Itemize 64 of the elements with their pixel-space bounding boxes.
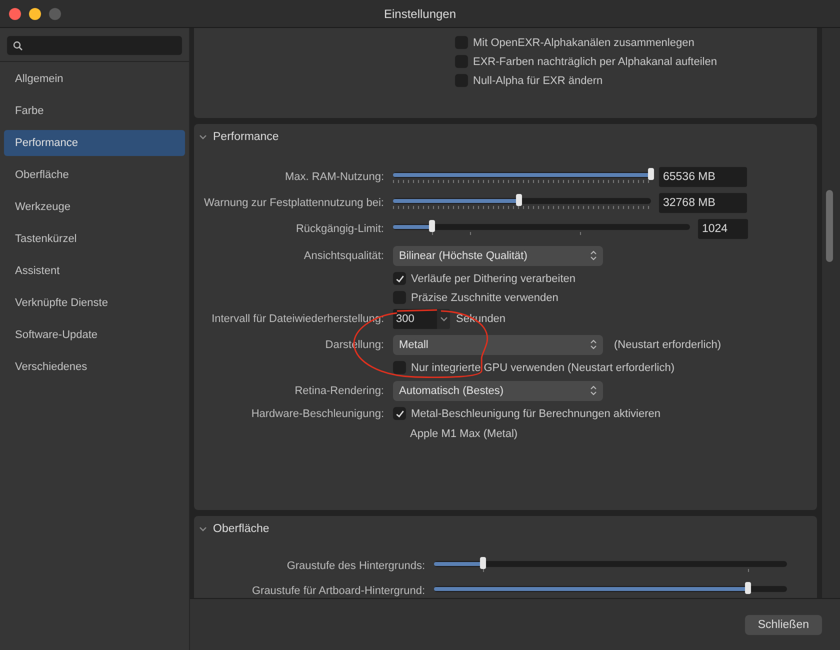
checkbox-label: Mit OpenEXR-Alphakanälen zusammenlegen — [473, 36, 694, 48]
sidebar-item[interactable]: Verknüpfte Dienste — [4, 290, 185, 316]
field-label: Warnung zur Festplattennutzung bei: — [203, 197, 384, 209]
checkmark-icon — [394, 274, 404, 284]
checkbox-label: Nur integrierte GPU verwenden (Neustart erforderlich) — [411, 362, 674, 374]
slider-thumb[interactable] — [745, 582, 752, 594]
sidebar-item[interactable]: Allgemein — [4, 66, 185, 92]
checkmark-icon — [394, 408, 404, 418]
checkbox-label: Präzise Zuschnitte verwenden — [411, 292, 558, 304]
dropdown[interactable]: Bilinear (Höchste Qualität) — [393, 246, 603, 266]
sidebar-item[interactable]: Software-Update — [4, 322, 185, 348]
field-label: Retina-Rendering: — [294, 384, 384, 396]
close-button[interactable]: Schließen — [744, 614, 822, 634]
updown-icon — [590, 339, 597, 350]
info-text: Apple M1 Max (Metal) — [409, 428, 518, 440]
checkbox-label: Null-Alpha für EXR ändern — [473, 74, 603, 86]
search-icon — [13, 40, 23, 50]
checkbox[interactable] — [393, 361, 406, 374]
note-text: (Neustart erforderlich) — [614, 338, 721, 350]
tick-mark — [470, 232, 472, 235]
field-label: Graustufe des Hintergrunds: — [286, 560, 425, 572]
checkbox-label: Verläufe per Dithering verarbeiten — [411, 272, 576, 284]
search-field[interactable] — [7, 36, 182, 55]
dropdown-arrow-button[interactable] — [437, 309, 450, 329]
field-label: Graustufe für Artboard-Hintergrund: — [250, 584, 425, 596]
checkbox-label: Metal-Beschleunigung für Berechnungen aktivieren — [411, 408, 660, 420]
sidebar-item[interactable]: Performance — [4, 130, 185, 156]
dropdown[interactable]: Automatisch (Bestes) — [393, 380, 603, 400]
slider-thumb[interactable] — [480, 556, 486, 568]
minimize-button[interactable] — [29, 8, 41, 20]
sidebar-item[interactable]: Tastenkürzel — [4, 226, 185, 252]
chevron-icon[interactable] — [440, 315, 448, 323]
field-label: Max. RAM-Nutzung: — [284, 171, 384, 183]
slider-thumb[interactable] — [428, 220, 435, 232]
section-title: Performance — [213, 131, 279, 143]
chevron-icon[interactable] — [199, 525, 207, 533]
checkbox-label: EXR-Farben nachträglich per Alphakanal aufteilen — [473, 56, 717, 68]
sidebar-item[interactable]: Oberfläche — [4, 162, 185, 188]
scrollbar[interactable] — [821, 28, 840, 598]
sidebar-item[interactable]: Werkzeuge — [4, 194, 185, 220]
value-field[interactable]: 1024 — [698, 219, 748, 239]
slider-thumb[interactable] — [648, 168, 654, 180]
value-field[interactable]: 65536 MB — [659, 167, 747, 187]
tick-mark — [748, 568, 750, 572]
value-field[interactable]: 32768 MB — [659, 193, 747, 213]
updown-icon — [590, 250, 597, 261]
checkbox[interactable] — [393, 272, 406, 285]
section-title: Oberfläche — [213, 523, 270, 535]
sidebar-item[interactable]: Verschiedenes — [4, 354, 185, 380]
chevron-icon[interactable] — [199, 133, 207, 141]
checkbox[interactable] — [393, 407, 406, 420]
field-label: Rückgängig-Limit: — [294, 223, 384, 235]
field-label: Ansichtsqualität: — [302, 250, 384, 262]
close-button[interactable] — [9, 8, 21, 20]
sidebar-item[interactable]: Farbe — [4, 98, 185, 124]
field-label: Hardware-Beschleunigung: — [250, 408, 384, 420]
slider-thumb[interactable] — [516, 194, 522, 206]
scrollbar-thumb[interactable] — [826, 190, 833, 262]
dropdown[interactable]: Metall — [393, 334, 603, 354]
tick-mark — [580, 232, 582, 235]
number-field[interactable]: 300 — [393, 309, 437, 329]
window-title: Einstellungen — [384, 6, 456, 20]
updown-icon — [590, 385, 597, 396]
sidebar-item[interactable]: Assistent — [4, 258, 185, 284]
